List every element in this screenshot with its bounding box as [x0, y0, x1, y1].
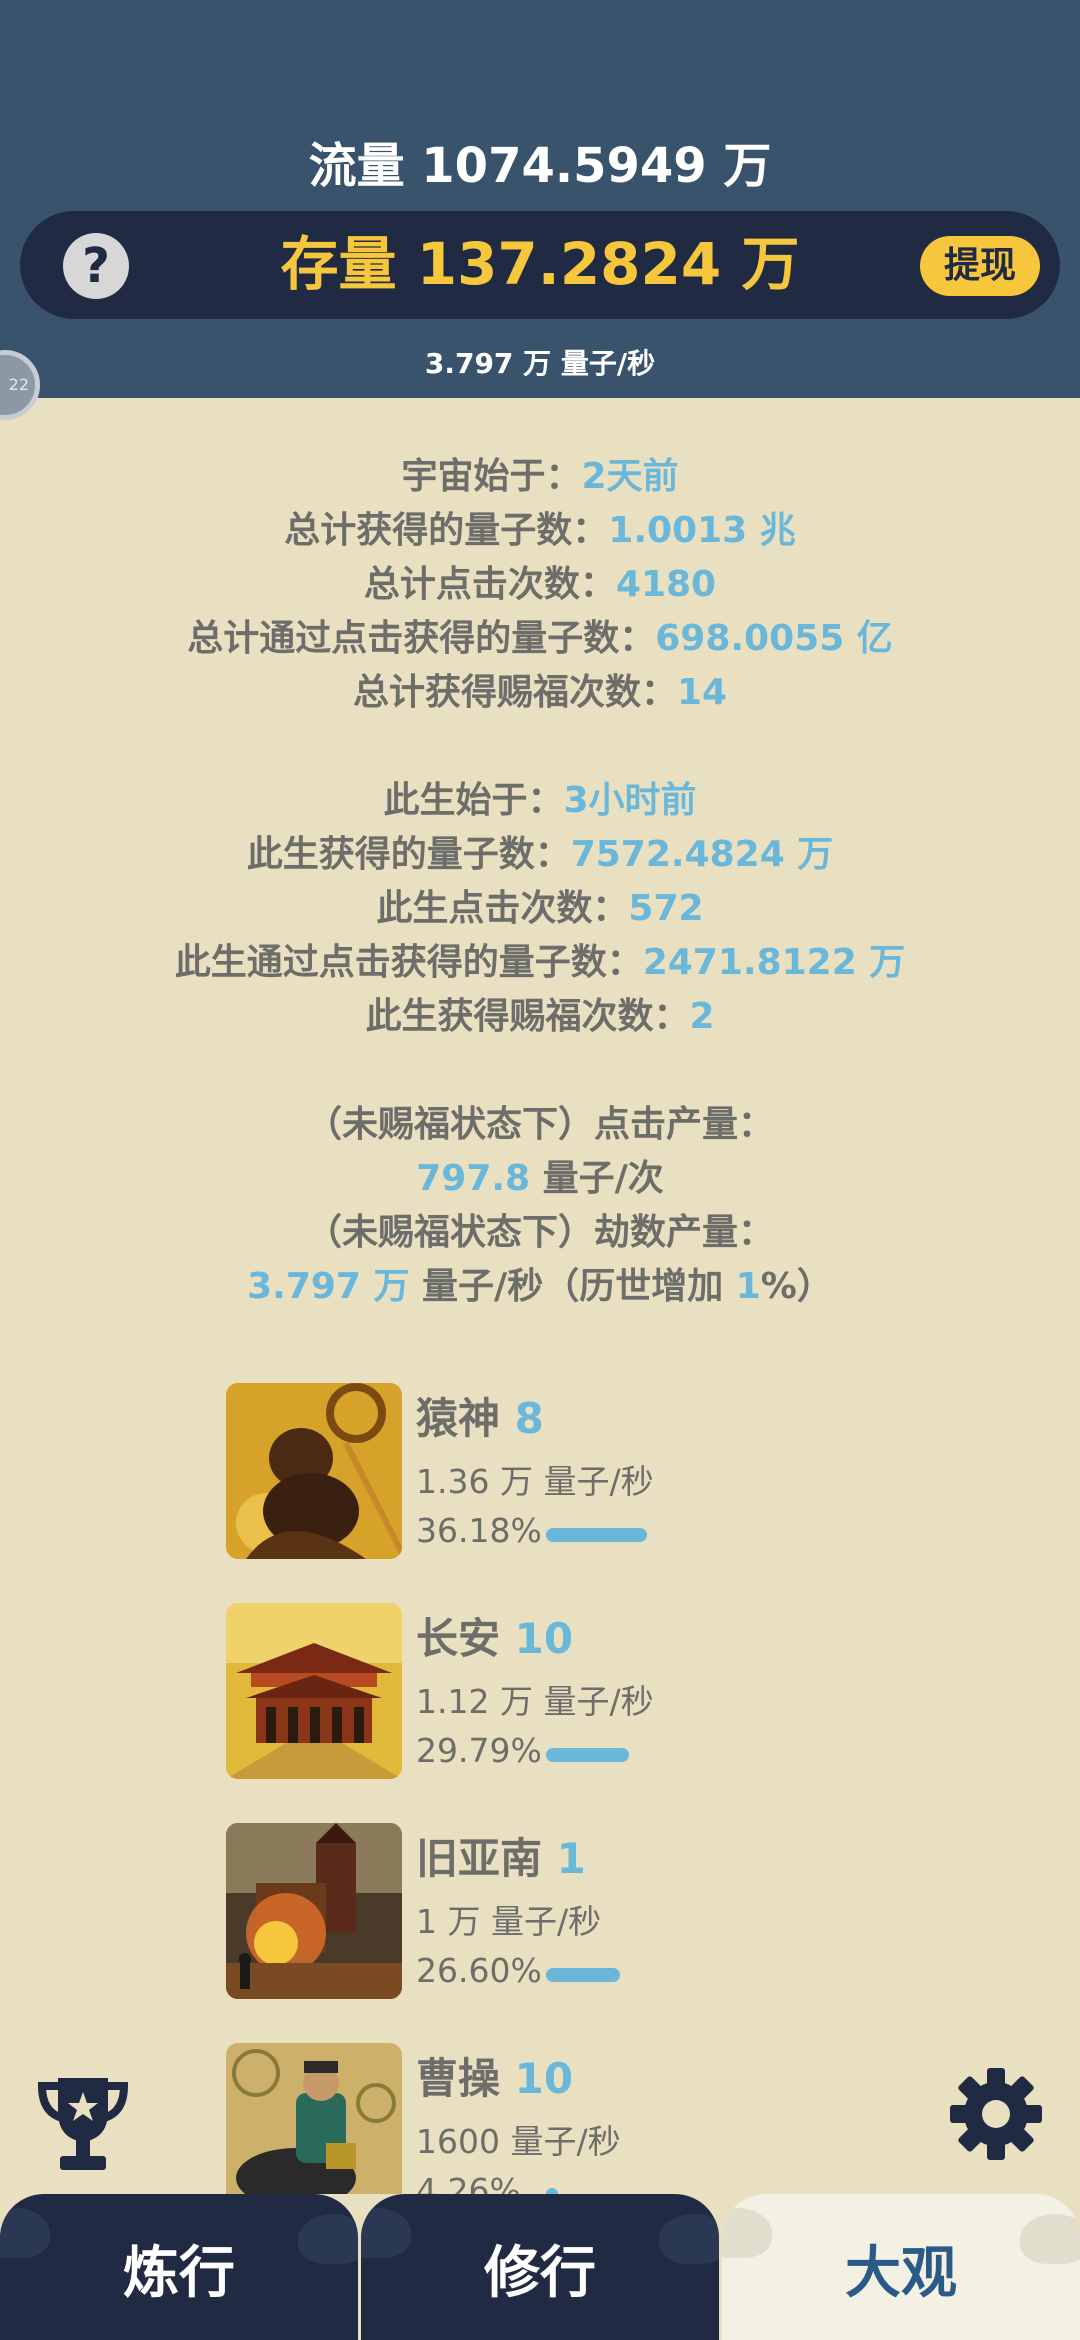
stat-total-click-quanta: 总计通过点击获得的量子数：698.0055 亿: [187, 618, 893, 659]
generator-share-bar: [546, 1968, 620, 1982]
stat-total-clicks: 总计点击次数：4180: [363, 564, 717, 605]
withdraw-button[interactable]: 提现: [920, 236, 1040, 296]
stats-panel: 宇宙始于：2天前 总计获得的量子数：1.0013 兆 总计点击次数：4180 总…: [0, 450, 1080, 1314]
kalpa-yield-label: （未赐福状态下）劫数产量：: [305, 1212, 774, 1253]
generator-percent: 26.60%: [416, 1951, 542, 1990]
stock-bar: ? 存量 137.2824 万 提现: [20, 211, 1060, 319]
production-rate: 3.797 万 量子/秒: [424, 347, 656, 380]
generator-item-cao-cao[interactable]: 曹操 10 1600 量子/秒 4.26%: [226, 2043, 786, 2194]
stock-total: 存量 137.2824 万: [280, 230, 800, 298]
header: 流量 1074.5949 万 ? 存量 137.2824 万 提现 3.797 …: [0, 0, 1080, 398]
generator-share-bar: [546, 1528, 647, 1542]
stat-total-quanta: 总计获得的量子数：1.0013 兆: [284, 510, 796, 551]
bottom-nav: 炼行 修行 大观: [0, 2194, 1080, 2340]
stat-life-start: 此生始于：3小时前: [383, 780, 697, 821]
trophy-icon[interactable]: [36, 2072, 130, 2176]
stat-life-clicks: 此生点击次数：572: [376, 888, 704, 929]
tab-practice[interactable]: 炼行: [0, 2194, 358, 2340]
generator-item-changan[interactable]: 长安 10 1.12 万 量子/秒 29.79%: [226, 1603, 786, 1779]
stat-total-blessings: 总计获得赐福次数：14: [352, 672, 728, 713]
generator-production: 1 万 量子/秒: [416, 1902, 602, 1941]
generator-name: 曹操 10: [416, 2054, 574, 2103]
cao-cao-image: [226, 2043, 402, 2194]
generator-name: 猿神 8: [416, 1394, 544, 1443]
monkey-god-image: [226, 1383, 402, 1559]
generator-item-monkey-god[interactable]: 猿神 8 1.36 万 量子/秒 36.18%: [226, 1383, 786, 1559]
generator-share-bar: [546, 1748, 629, 1762]
flow-total: 流量 1074.5949 万: [308, 138, 772, 194]
changan-image: [226, 1603, 402, 1779]
generator-production: 1600 量子/秒: [416, 2122, 621, 2161]
tab-overview[interactable]: 大观: [722, 2194, 1080, 2340]
generator-name: 旧亚南 1: [416, 1834, 586, 1883]
generator-item-old-yanan[interactable]: 旧亚南 1 1 万 量子/秒 26.60%: [226, 1823, 786, 1999]
generator-percent: 36.18%: [416, 1511, 542, 1550]
generator-production: 1.12 万 量子/秒: [416, 1682, 654, 1721]
click-yield-value: 797.8 量子/次: [416, 1158, 664, 1199]
old-yanan-image: [226, 1823, 402, 1999]
gear-icon[interactable]: [948, 2066, 1044, 2162]
stat-life-quanta: 此生获得的量子数：7572.4824 万: [246, 834, 834, 875]
generator-name: 长安 10: [416, 1614, 574, 1663]
kalpa-yield-value: 3.797 万 量子/秒（历世增加 1%）: [247, 1266, 833, 1307]
generator-production: 1.36 万 量子/秒: [416, 1462, 654, 1501]
click-yield-label: （未赐福状态下）点击产量：: [305, 1104, 774, 1145]
stat-universe-start: 宇宙始于：2天前: [401, 456, 679, 497]
stat-life-click-quanta: 此生通过点击获得的量子数：2471.8122 万: [174, 942, 906, 983]
tab-cultivate[interactable]: 修行: [361, 2194, 719, 2340]
generator-percent: 4.26%: [416, 2171, 521, 2194]
generator-percent: 29.79%: [416, 1731, 542, 1770]
stat-life-blessings: 此生获得赐福次数：2: [365, 996, 715, 1037]
